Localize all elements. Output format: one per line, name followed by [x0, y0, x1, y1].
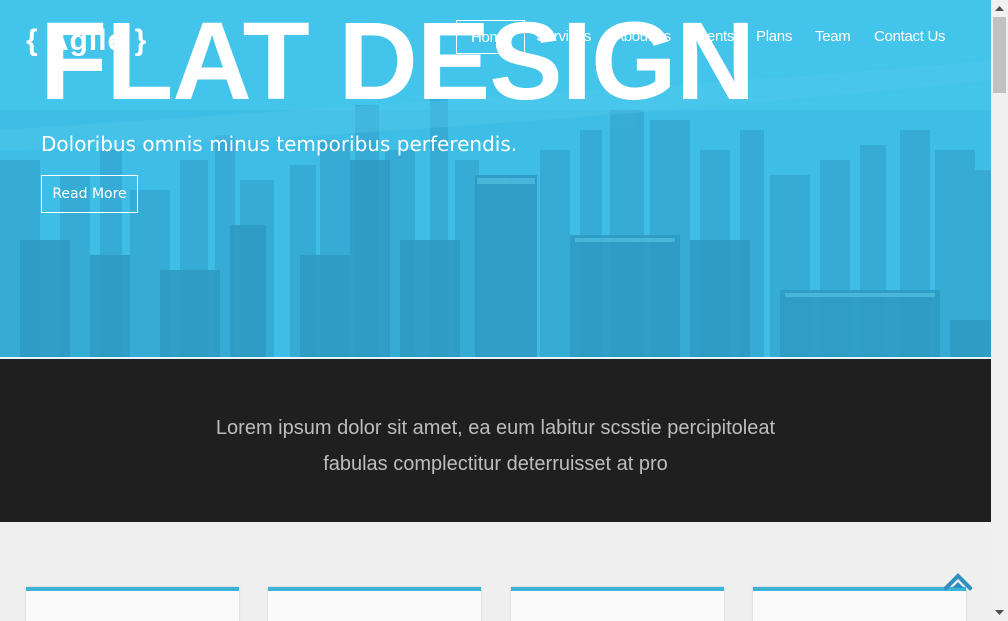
feature-card	[268, 587, 481, 621]
scroll-down-arrow-icon[interactable]	[991, 604, 1008, 621]
hero-title: FLAT DESIGN	[40, 0, 755, 123]
intro-text-line-2: fabulas complectitur deterruisset at pro	[323, 453, 668, 475]
scrollbar-thumb[interactable]	[993, 17, 1006, 93]
read-more-button[interactable]: Read More	[41, 175, 138, 213]
intro-band: Lorem ipsum dolor sit amet, ea eum labit…	[0, 359, 991, 522]
feature-card	[753, 587, 966, 621]
nav-item-team[interactable]: Team	[815, 20, 851, 52]
chevron-up-icon[interactable]	[944, 570, 972, 594]
hero-subtitle: Doloribus omnis minus temporibus perfere…	[41, 132, 518, 156]
feature-card	[26, 587, 239, 621]
scroll-up-arrow-icon[interactable]	[991, 0, 1008, 17]
vertical-scrollbar[interactable]	[991, 0, 1008, 621]
intro-text-line-1: Lorem ipsum dolor sit amet, ea eum labit…	[215, 417, 776, 439]
hero-banner: { Agile } Home Services About us Events …	[0, 0, 991, 357]
feature-card	[511, 587, 724, 621]
feature-cards	[0, 522, 991, 621]
nav-item-contact-us[interactable]: Contact Us	[874, 20, 946, 52]
page: { Agile } Home Services About us Events …	[0, 0, 991, 621]
nav-item-plans[interactable]: Plans	[756, 20, 792, 52]
